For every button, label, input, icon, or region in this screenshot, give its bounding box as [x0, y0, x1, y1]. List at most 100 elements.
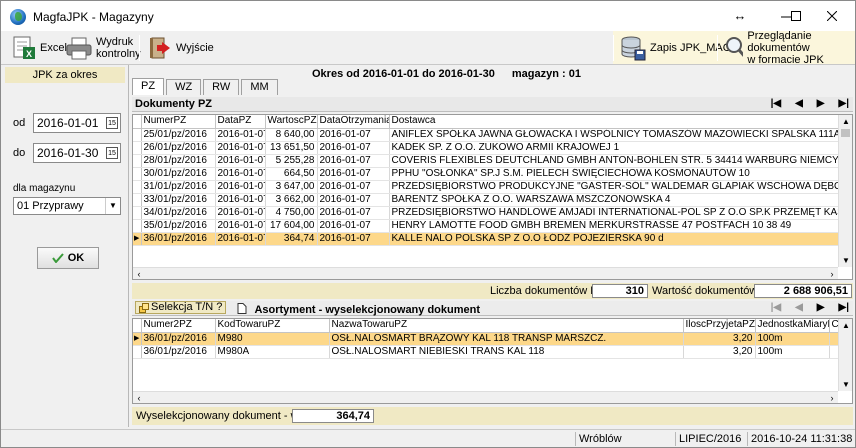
- table-cell[interactable]: HENRY LAMOTTE FOOD GMBH BREMEN MERKURSTR…: [389, 219, 841, 233]
- table-cell[interactable]: 100m: [755, 345, 830, 359]
- table-cell[interactable]: KALLE NALO POLSKA SP Z O.O ŁÓDŹ POJEZIER…: [389, 232, 841, 246]
- calendar-icon[interactable]: 15: [106, 147, 118, 159]
- scroll-down-icon[interactable]: ▼: [839, 378, 852, 391]
- table-cell[interactable]: M980: [215, 332, 330, 346]
- column-header[interactable]: Dostawca: [389, 115, 841, 129]
- scroll-down-icon[interactable]: ▼: [839, 254, 852, 267]
- documents-horizontal-scrollbar[interactable]: ‹ ›: [133, 267, 838, 279]
- nav-next-icon[interactable]: ▶: [817, 301, 825, 315]
- table-cell[interactable]: 2016-01-07: [317, 180, 390, 194]
- table-cell[interactable]: 13 651,50: [265, 141, 318, 155]
- warehouse-select[interactable]: 01 Przyprawy ▼: [13, 197, 121, 215]
- table-cell[interactable]: 28/01/pz/2016: [141, 154, 216, 168]
- table-cell[interactable]: 2016-01-07: [317, 154, 390, 168]
- table-row[interactable]: 30/01/pz/2016 2016-01-07 664,50 2016-01-07 P…: [133, 167, 841, 181]
- excel-button[interactable]: X Excel: [9, 34, 70, 62]
- scroll-up-icon[interactable]: ▲: [839, 115, 852, 128]
- table-cell[interactable]: 3,20: [683, 332, 756, 346]
- table-cell[interactable]: 2016-01-07: [215, 232, 266, 246]
- ok-button[interactable]: OK: [37, 247, 99, 269]
- assortment-horizontal-scrollbar[interactable]: ‹ ›: [133, 391, 838, 403]
- scroll-left-icon[interactable]: ‹: [133, 392, 145, 403]
- table-row[interactable]: ▶ 36/01/pz/2016 2016-01-07 364,74 2016-01-07…: [133, 232, 841, 246]
- documents-vertical-scrollbar[interactable]: ▲ ▼: [838, 115, 852, 267]
- scroll-thumb[interactable]: [841, 129, 850, 137]
- table-cell[interactable]: 2016-01-07: [317, 232, 390, 246]
- table-cell[interactable]: 5 255,28: [265, 154, 318, 168]
- close-button[interactable]: [809, 1, 855, 31]
- table-cell[interactable]: 36/01/pz/2016: [141, 345, 216, 359]
- chevron-down-icon[interactable]: ▼: [105, 198, 120, 214]
- table-cell[interactable]: OSŁ.NALOSMART BRĄZOWY KAL 118 TRANSP MAR…: [329, 332, 684, 346]
- tab-mm[interactable]: MM: [241, 79, 278, 95]
- table-cell[interactable]: 36/01/pz/2016: [141, 232, 216, 246]
- table-cell[interactable]: 33/01/pz/2016: [141, 193, 216, 207]
- table-cell[interactable]: PRZEDSIĘBIORSTWO HANDLOWE AMJADI INTERNA…: [389, 206, 841, 220]
- table-cell[interactable]: 2016-01-07: [215, 141, 266, 155]
- table-cell[interactable]: COVERIS FLEXIBLES DEUTCHLAND GMBH ANTON-…: [389, 154, 841, 168]
- nav-first-icon[interactable]: |◀: [771, 97, 782, 111]
- table-cell[interactable]: BARENTZ SPÓŁKA Z O.O. WARSZAWA MSZCZONOW…: [389, 193, 841, 207]
- table-cell[interactable]: 3 662,00: [265, 193, 318, 207]
- table-cell[interactable]: 2016-01-07: [215, 206, 266, 220]
- table-row[interactable]: 34/01/pz/2016 2016-01-07 4 750,00 2016-01-0…: [133, 206, 841, 220]
- table-cell[interactable]: 25/01/pz/2016: [141, 128, 216, 142]
- table-cell[interactable]: 2016-01-07: [215, 128, 266, 142]
- table-cell[interactable]: 100m: [755, 332, 830, 346]
- nav-prev-icon[interactable]: ◀: [795, 301, 803, 315]
- table-cell[interactable]: 8 640,00: [265, 128, 318, 142]
- table-cell[interactable]: 26/01/pz/2016: [141, 141, 216, 155]
- column-header[interactable]: KodTowaruPZ: [215, 319, 330, 333]
- table-cell[interactable]: M980A: [215, 345, 330, 359]
- nav-last-icon[interactable]: ▶|: [839, 97, 850, 111]
- scroll-right-icon[interactable]: ›: [826, 268, 838, 279]
- assortment-vertical-scrollbar[interactable]: ▲ ▼: [838, 319, 852, 391]
- browse-jpk-button[interactable]: Przeglądanie dokumentów w formacie JPK: [721, 30, 855, 66]
- table-cell[interactable]: 2016-01-07: [317, 193, 390, 207]
- nav-first-icon[interactable]: |◀: [771, 301, 782, 315]
- date-to-field[interactable]: 2016-01-30 15: [33, 143, 121, 163]
- table-cell[interactable]: 2016-01-07: [317, 206, 390, 220]
- table-cell[interactable]: 2016-01-07: [215, 219, 266, 233]
- table-cell[interactable]: 2016-01-07: [215, 154, 266, 168]
- date-from-field[interactable]: 2016-01-01 15: [33, 113, 121, 133]
- table-cell[interactable]: 2016-01-07: [215, 193, 266, 207]
- table-cell[interactable]: 2016-01-07: [215, 180, 266, 194]
- table-cell[interactable]: 3 647,00: [265, 180, 318, 194]
- nav-next-icon[interactable]: ▶: [817, 97, 825, 111]
- table-row[interactable]: 33/01/pz/2016 2016-01-07 3 662,00 2016-01-0…: [133, 193, 841, 207]
- table-cell[interactable]: 2016-01-07: [215, 167, 266, 181]
- table-cell[interactable]: 36/01/pz/2016: [141, 332, 216, 346]
- column-header[interactable]: NumerPZ: [141, 115, 216, 129]
- table-row[interactable]: 36/01/pz/2016 M980A OSŁ.NALOSMART NIEBIESK…: [133, 345, 841, 359]
- table-cell[interactable]: 17 604,00: [265, 219, 318, 233]
- table-cell[interactable]: 34/01/pz/2016: [141, 206, 216, 220]
- table-cell[interactable]: 30/01/pz/2016: [141, 167, 216, 181]
- nav-prev-icon[interactable]: ◀: [795, 97, 803, 111]
- exit-button[interactable]: Wyjście: [145, 34, 217, 62]
- print-button[interactable]: Wydruk kontrolny: [63, 34, 144, 62]
- table-cell[interactable]: KADEK SP. Z O.O. ŻUKOWO ARMII KRAJOWEJ 1: [389, 141, 841, 155]
- table-row[interactable]: 28/01/pz/2016 2016-01-07 5 255,28 2016-01-0…: [133, 154, 841, 168]
- nav-last-icon[interactable]: ▶|: [839, 301, 850, 315]
- table-cell[interactable]: 2016-01-07: [317, 219, 390, 233]
- table-cell[interactable]: 364,74: [265, 232, 318, 246]
- table-cell[interactable]: 2016-01-07: [317, 141, 390, 155]
- resize-arrows-icon[interactable]: ↔: [717, 1, 763, 31]
- tab-pz[interactable]: PZ: [132, 78, 165, 95]
- selection-toggle-button[interactable]: Selekcja T/N ?: [135, 301, 227, 314]
- table-cell[interactable]: 4 750,00: [265, 206, 318, 220]
- scroll-up-icon[interactable]: ▲: [839, 319, 852, 332]
- table-row[interactable]: 31/01/pz/2016 2016-01-07 3 647,00 2016-01-0…: [133, 180, 841, 194]
- table-row[interactable]: 25/01/pz/2016 2016-01-07 8 640,00 2016-01-0…: [133, 128, 841, 142]
- column-header[interactable]: NazwaTowaruPZ: [329, 319, 684, 333]
- scroll-right-icon[interactable]: ›: [826, 392, 838, 403]
- table-cell[interactable]: 664,50: [265, 167, 318, 181]
- calendar-icon[interactable]: 15: [106, 117, 118, 129]
- table-cell[interactable]: 35/01/pz/2016: [141, 219, 216, 233]
- column-header[interactable]: DataPZ: [215, 115, 266, 129]
- table-row[interactable]: 26/01/pz/2016 2016-01-07 13 651,50 2016-01-…: [133, 141, 841, 155]
- column-header[interactable]: IloscPrzyjetaPZ: [683, 319, 756, 333]
- table-cell[interactable]: PRZEDSIĘBIORSTWO PRODUKCYJNE "GASTER-SÓL…: [389, 180, 841, 194]
- tab-wz[interactable]: WZ: [166, 79, 202, 95]
